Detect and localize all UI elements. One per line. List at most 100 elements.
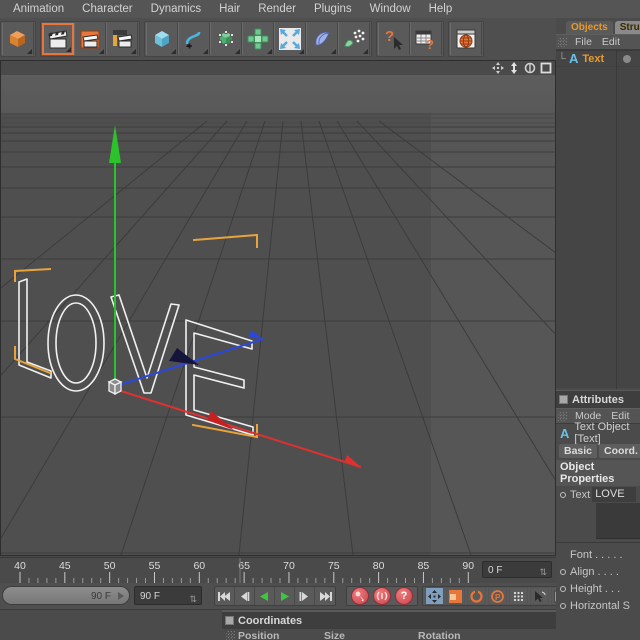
attr-label-horizontal-spacing: Horizontal S	[570, 599, 630, 612]
autokeying-button[interactable]	[373, 587, 391, 605]
animate-track-icon[interactable]	[560, 585, 566, 592]
attributes-object-label: Text Object [Text]	[574, 421, 630, 445]
deformer-bend-icon[interactable]	[306, 23, 338, 55]
grip-icon[interactable]	[558, 411, 567, 421]
coordinates-left-filler	[0, 610, 222, 640]
record-position-button[interactable]	[425, 587, 444, 605]
go-to-start-button[interactable]	[215, 587, 235, 605]
animate-track-icon[interactable]	[560, 602, 566, 609]
grip-icon[interactable]	[226, 631, 235, 640]
attr-field-font[interactable]: Font . . . . .	[556, 546, 640, 563]
object-visibility-dot[interactable]	[623, 55, 631, 63]
tab-objects[interactable]: Objects	[566, 21, 613, 34]
cube-primitive-icon[interactable]	[146, 23, 178, 55]
max-frame-field[interactable]: 90 F ⇅	[134, 586, 202, 605]
play-button[interactable]	[275, 587, 295, 605]
svg-text:45: 45	[59, 560, 71, 572]
object-name-label[interactable]: Text	[582, 53, 604, 65]
help-cursor-icon[interactable]: ?	[378, 23, 410, 55]
menu-hair[interactable]: Hair	[210, 0, 249, 18]
viewport-panel: 网页教学网 www.webjx.com	[0, 60, 556, 556]
timeline-ruler-bar: 40 45 50 55 60 65 70 75 80 85 90 0 F ⇅	[0, 557, 556, 584]
panel-square-icon	[225, 616, 234, 625]
cube-orange-icon[interactable]	[2, 23, 34, 55]
range-handle-icon[interactable]	[118, 592, 124, 600]
menu-dynamics[interactable]: Dynamics	[142, 0, 210, 18]
svg-text:60: 60	[193, 560, 205, 572]
coordinates-title: Coordinates	[238, 614, 303, 627]
clapperboard-stack-icon[interactable]	[106, 23, 138, 55]
attr-text-multiline-area[interactable]	[596, 503, 640, 539]
attr-tab-coord[interactable]: Coord.	[599, 444, 640, 458]
svg-text:80: 80	[373, 560, 385, 572]
record-rotation-button[interactable]	[467, 587, 486, 605]
dolly-icon[interactable]	[508, 62, 520, 74]
array-cluster-icon[interactable]	[242, 23, 274, 55]
svg-text:70: 70	[283, 560, 295, 572]
svg-text:?: ?	[385, 28, 394, 45]
svg-text:P: P	[495, 593, 501, 602]
spinner-icon[interactable]: ⇅	[539, 564, 547, 581]
record-controls: ?	[346, 586, 418, 606]
spinner-icon[interactable]: ⇅	[189, 590, 197, 609]
timeline-ruler[interactable]: 40 45 50 55 60 65 70 75 80 85 90	[0, 558, 478, 584]
svg-text:?: ?	[426, 37, 434, 51]
toolbar-group-animation	[40, 21, 140, 57]
attr-field-height[interactable]: Height . . .	[556, 580, 640, 597]
pan-icon[interactable]	[492, 62, 504, 74]
clapperboard-orange-icon[interactable]	[74, 23, 106, 55]
go-to-end-button[interactable]	[315, 587, 335, 605]
animate-track-icon[interactable]	[560, 568, 566, 575]
svg-text:90: 90	[462, 560, 474, 572]
animate-track-icon[interactable]	[560, 491, 566, 498]
playback-bar: 90 F 90 F ⇅ ? P	[0, 583, 573, 609]
record-key-button[interactable]	[351, 587, 369, 605]
preview-range-slider[interactable]: 90 F	[2, 586, 130, 605]
menu-character[interactable]: Character	[73, 0, 142, 18]
attr-label-height: Height . . .	[570, 582, 621, 595]
spline-pen-icon[interactable]	[178, 23, 210, 55]
step-back-button[interactable]	[235, 587, 255, 605]
autokey-toggle-button[interactable]	[530, 587, 549, 605]
object-manager-list[interactable]: └ A Text	[556, 50, 640, 389]
record-scale-button[interactable]	[446, 587, 465, 605]
viewport-header	[1, 61, 555, 75]
coord-col-position: Position	[238, 629, 280, 640]
viewport-3d[interactable]: 网页教学网 www.webjx.com	[1, 75, 555, 555]
rotate-icon[interactable]	[524, 62, 536, 74]
attr-field-text[interactable]: Text LOVE	[556, 486, 640, 503]
menu-render[interactable]: Render	[249, 0, 305, 18]
svg-text:40: 40	[14, 560, 26, 572]
globe-browser-icon[interactable]	[450, 23, 482, 55]
help-table-icon[interactable]: ?	[410, 23, 442, 55]
attr-tab-basic[interactable]: Basic	[559, 444, 598, 458]
step-forward-button[interactable]	[295, 587, 315, 605]
play-reverse-button[interactable]	[255, 587, 275, 605]
attr-field-horizontal-spacing[interactable]: Horizontal S	[556, 597, 640, 614]
tab-structure[interactable]: Structure	[614, 21, 640, 34]
maximize-icon[interactable]	[540, 62, 552, 74]
keyframe-help-button[interactable]: ?	[395, 587, 413, 605]
nurbs-cube-icon[interactable]	[210, 23, 242, 55]
menu-animation[interactable]: Animation	[4, 0, 73, 18]
grip-icon[interactable]	[558, 37, 567, 47]
current-frame-value: 0 F	[488, 565, 503, 576]
particle-emitter-icon[interactable]	[338, 23, 370, 55]
clapperboard-icon[interactable]	[42, 23, 74, 55]
om-menu-file[interactable]: File	[570, 36, 597, 48]
attr-value-text[interactable]: LOVE	[592, 487, 637, 502]
attr-label-font: Font . . . . .	[570, 548, 623, 561]
viewport-scene	[1, 113, 555, 555]
coordinates-columns: Position Size Rotation	[222, 629, 556, 640]
menu-window[interactable]: Window	[361, 0, 420, 18]
attributes-object-header: A Text Object [Text]	[556, 421, 640, 445]
om-menu-edit[interactable]: Edit	[597, 36, 625, 48]
record-param-button[interactable]: P	[488, 587, 507, 605]
menu-help[interactable]: Help	[420, 0, 462, 18]
move-arrows-icon[interactable]	[274, 23, 306, 55]
attr-field-align[interactable]: Align . . . .	[556, 563, 640, 580]
menu-plugins[interactable]: Plugins	[305, 0, 361, 18]
record-points-button[interactable]	[509, 587, 528, 605]
current-frame-field[interactable]: 0 F ⇅	[482, 561, 552, 578]
coord-col-rotation: Rotation	[418, 629, 461, 640]
